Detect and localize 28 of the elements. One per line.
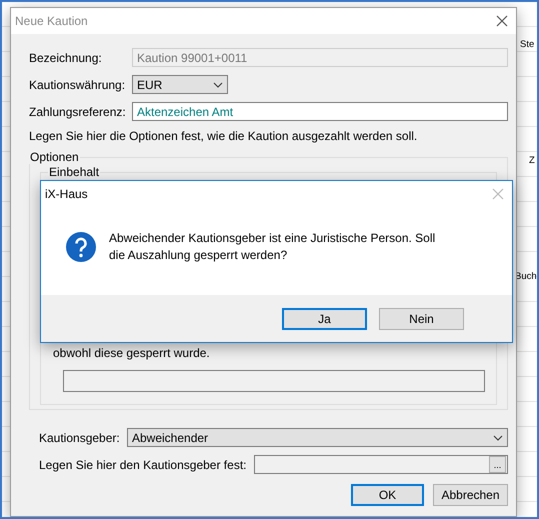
depositor-field[interactable]: ... (254, 455, 508, 474)
column-header: Ste (520, 39, 534, 50)
info-text: Legen Sie hier die Optionen fest, wie die Kaution ausgezahlt werden soll. (29, 129, 418, 143)
field-label: Legen Sie hier den Kautionsgeber fest: (38, 458, 246, 472)
dialog-button[interactable]: Nein (379, 308, 464, 330)
field-label: Kautionswährung: (29, 78, 126, 92)
question-icon (65, 231, 97, 263)
dialog-button[interactable]: OK (351, 484, 424, 506)
window-title: iX-Haus (45, 187, 88, 201)
group-title: Einbehalt (48, 165, 100, 179)
dialog-button[interactable]: Ja (282, 308, 367, 330)
column-header: Z (529, 155, 535, 166)
chevron-down-icon (213, 82, 223, 88)
message-text: Abweichender Kautionsgeber ist eine Juristische Person. Soll die Auszahlung gesperrt werden? (109, 230, 436, 264)
close-icon[interactable] (496, 15, 508, 27)
currency-dropdown[interactable]: EUR (132, 75, 228, 94)
field-label: Kautionsgeber: (38, 430, 121, 444)
field-label: Zahlungsreferenz: (29, 104, 127, 118)
chevron-down-icon (493, 434, 503, 440)
dialog-button[interactable]: Abbrechen (433, 484, 508, 506)
group-title: Optionen (29, 150, 80, 164)
field-label: Bezeichnung: (29, 50, 103, 64)
info-field[interactable] (63, 370, 485, 392)
window-title: Neue Kaution (15, 14, 88, 28)
depositor-dropdown[interactable]: Abweichender (127, 428, 508, 447)
text-field[interactable]: Aktenzeichen Amt (132, 102, 508, 121)
info-paragraph: obwohl diese gesperrt wurde. (52, 346, 211, 360)
browse-button[interactable]: ... (489, 456, 506, 473)
